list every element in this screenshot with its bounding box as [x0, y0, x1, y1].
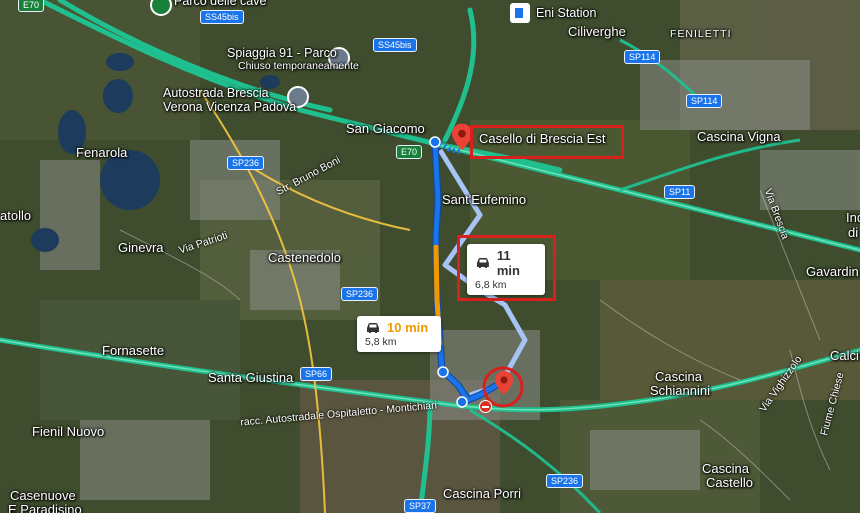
satellite-base: [0, 0, 860, 513]
place-label[interactable]: San Giacomo: [346, 121, 425, 136]
road-shield: SP236: [227, 156, 265, 170]
road-shield: SS45bis: [200, 10, 244, 24]
place-label[interactable]: FENILETTI: [670, 28, 732, 40]
place-label[interactable]: Castello: [706, 475, 753, 490]
place-label[interactable]: Santa Giustina: [208, 370, 293, 385]
road-shield: SS45bis: [373, 38, 417, 52]
place-label[interactable]: Fornasette: [102, 343, 164, 358]
place-label[interactable]: Cascina Vigna: [697, 129, 781, 144]
place-label[interactable]: Sant'Eufemino: [442, 192, 526, 207]
place-label[interactable]: Casenuove: [10, 488, 76, 503]
place-label[interactable]: Spiaggia 91 - Parco: [227, 46, 337, 60]
place-label[interactable]: Fienil Nuovo: [32, 424, 104, 439]
road-shield: SP114: [686, 94, 723, 108]
place-label[interactable]: Verona Vicenza Padova: [163, 100, 296, 114]
road-shield: SP11: [664, 185, 696, 199]
place-label[interactable]: Eni Station: [536, 6, 596, 20]
place-label[interactable]: Calci: [830, 348, 859, 363]
place-label[interactable]: Ind: [846, 210, 860, 225]
casello-pin-icon[interactable]: [452, 123, 472, 151]
place-label[interactable]: atollo: [0, 208, 31, 223]
route-distance: 5,8 km: [365, 336, 397, 348]
destination-label[interactable]: Casello di Brescia Est: [479, 131, 605, 146]
place-label[interactable]: Autostrada Brescia: [163, 86, 269, 100]
place-label[interactable]: Cascina: [655, 369, 702, 384]
road-shield: SP37: [404, 499, 437, 513]
route-time: 10 min: [387, 320, 429, 335]
car-icon: [476, 258, 489, 268]
place-label[interactable]: Ginevra: [118, 240, 164, 255]
place-label[interactable]: E Paradisino: [8, 502, 82, 513]
car-icon: [367, 322, 379, 333]
route-card-selected[interactable]: 10 min 5,8 km: [357, 316, 441, 352]
place-label[interactable]: Parco delle cave: [174, 0, 266, 8]
place-label[interactable]: di: [848, 225, 858, 240]
place-label[interactable]: Castenedolo: [268, 250, 341, 265]
road-shield: SP236: [341, 287, 379, 301]
place-label[interactable]: Cascina Porri: [443, 486, 521, 501]
route-card-alternate[interactable]: 11 min 6,8 km: [467, 244, 545, 295]
road-shield: SP66: [300, 367, 333, 381]
place-label[interactable]: Cascina: [702, 461, 749, 476]
road-shield: E70: [18, 0, 45, 12]
road-shield: SP114: [624, 50, 661, 64]
route-time: 11 min: [496, 248, 520, 278]
place-label[interactable]: Schiannini: [650, 383, 710, 398]
road-shield: SP236: [546, 474, 584, 488]
destination-pin-icon[interactable]: [495, 371, 513, 395]
place-label[interactable]: Chiuso temporaneamente: [238, 60, 359, 72]
route-distance: 6,8 km: [475, 279, 507, 291]
place-label[interactable]: Gavardin: [806, 264, 859, 279]
gas-station-icon[interactable]: [510, 3, 530, 23]
no-entry-icon: [479, 400, 492, 413]
place-label[interactable]: Fenarola: [76, 145, 127, 160]
map-canvas[interactable]: Casello di Brescia Est Parco delle cave …: [0, 0, 860, 513]
place-label[interactable]: Ciliverghe: [568, 24, 626, 39]
road-shield: E70: [396, 145, 423, 159]
